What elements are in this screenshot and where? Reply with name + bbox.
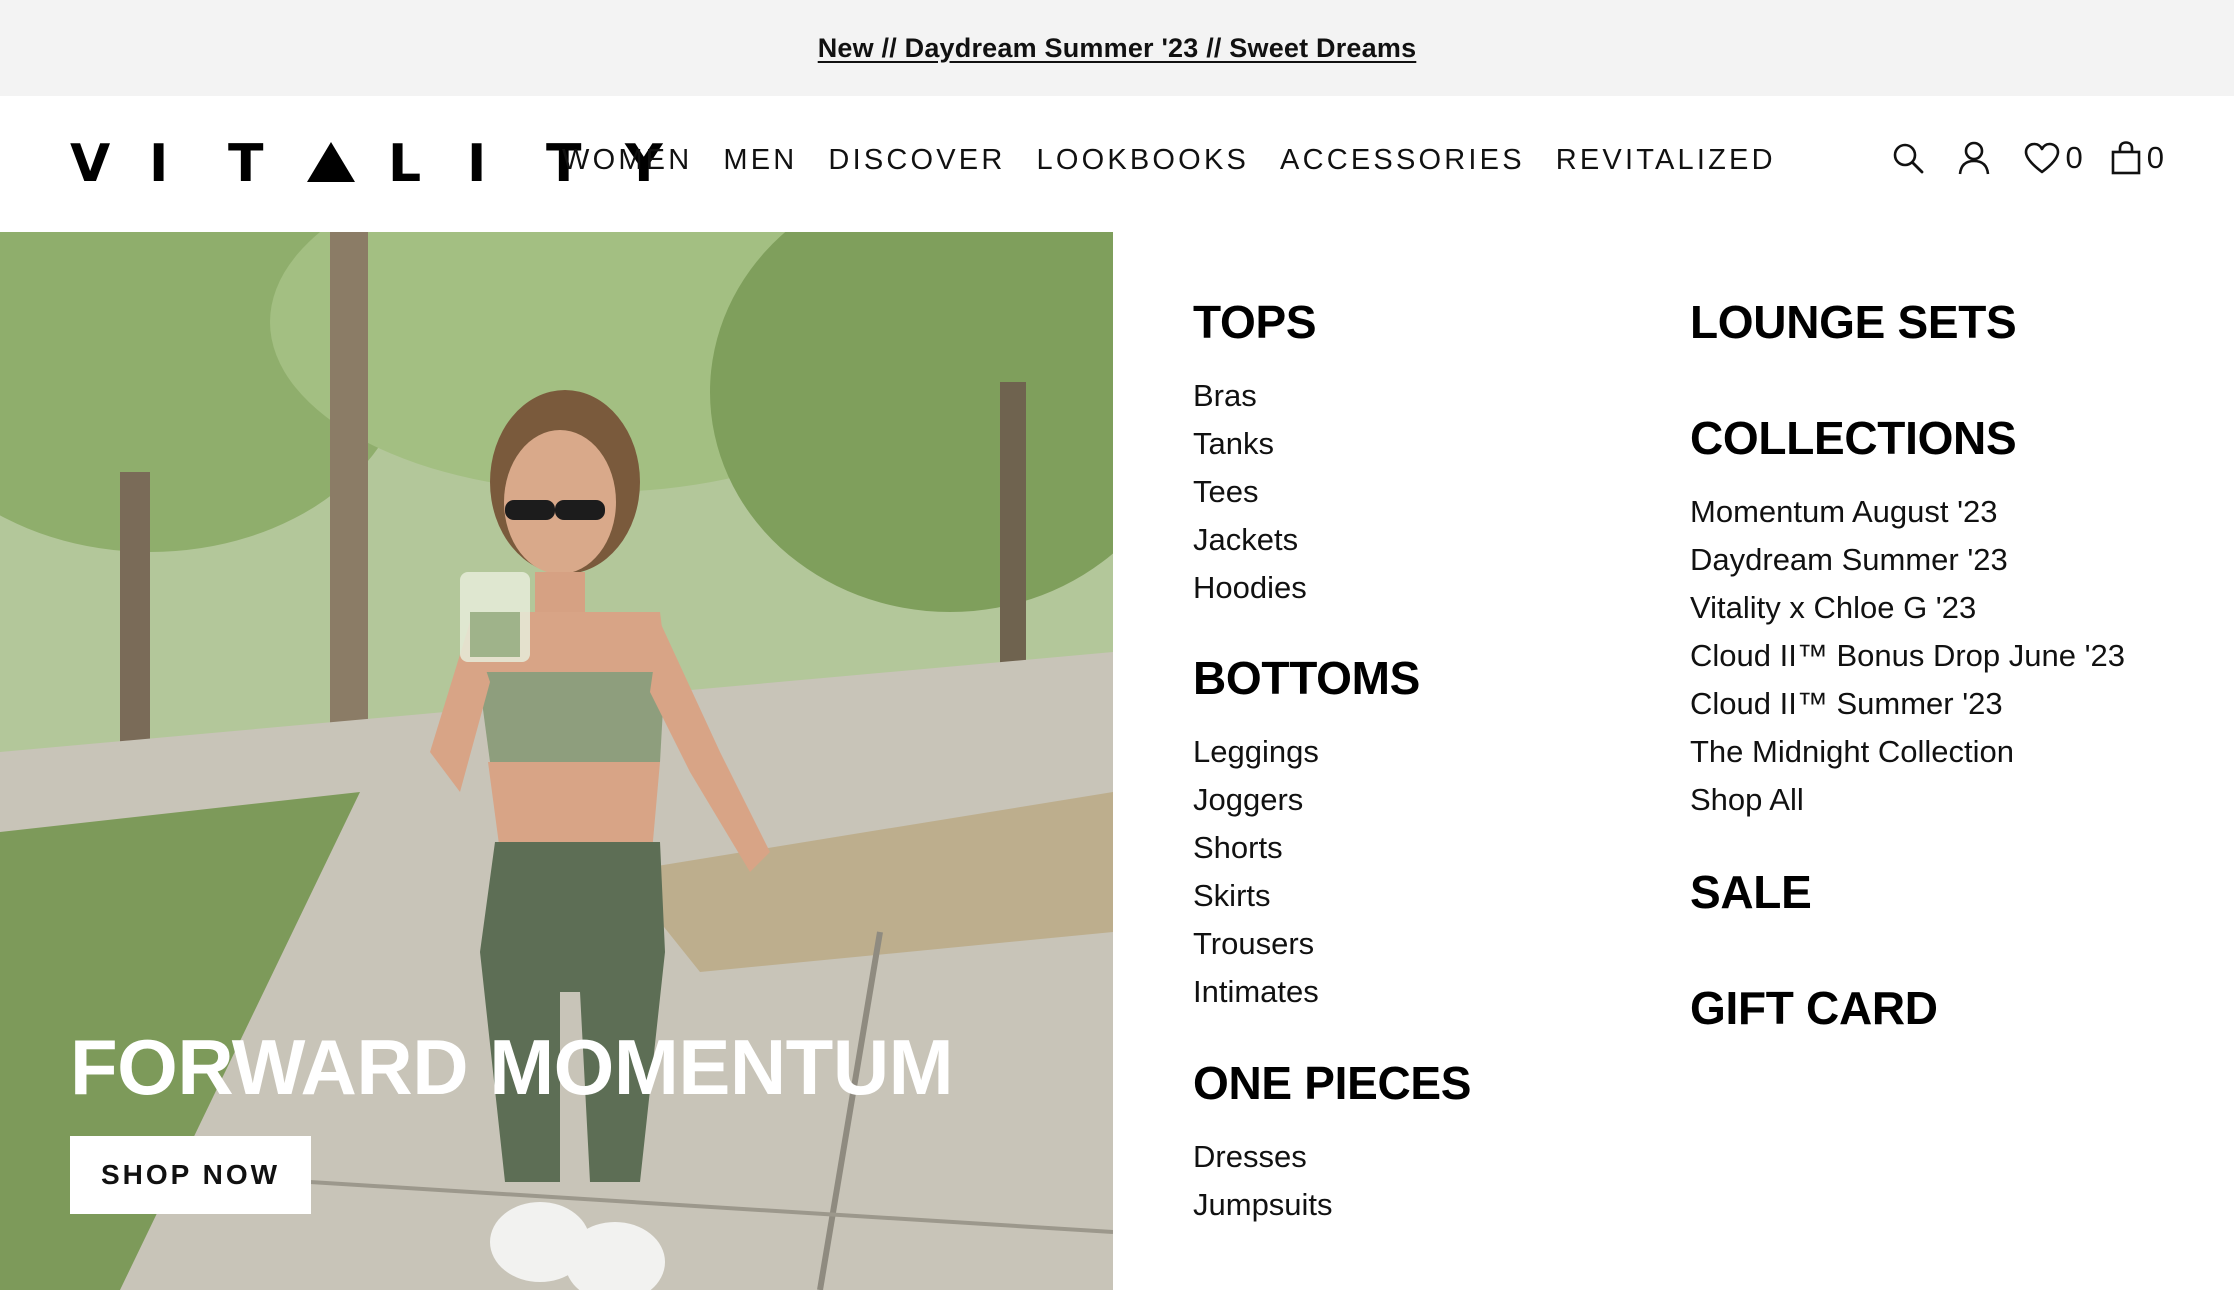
menu-link-hoodies[interactable]: Hoodies bbox=[1193, 570, 1307, 606]
menu-link-shorts[interactable]: Shorts bbox=[1193, 830, 1283, 866]
cart-count: 0 bbox=[2146, 140, 2164, 175]
menu-link-collection[interactable]: Vitality x Chloe G '23 bbox=[1690, 590, 1976, 626]
menu-link-collection[interactable]: Momentum August '23 bbox=[1690, 494, 1997, 530]
nav-discover[interactable]: DISCOVER bbox=[828, 144, 1005, 177]
menu-link-collection[interactable]: Daydream Summer '23 bbox=[1690, 542, 2008, 578]
hero-banner[interactable]: FORWARD MOMENTUM SHOP NOW bbox=[0, 232, 1113, 1290]
logo-letter: T bbox=[228, 134, 264, 194]
account-icon[interactable] bbox=[1958, 141, 1990, 175]
menu-link-joggers[interactable]: Joggers bbox=[1193, 782, 1303, 818]
menu-link-trousers[interactable]: Trousers bbox=[1193, 926, 1314, 962]
menu-heading-sale[interactable]: SALE bbox=[1690, 866, 1812, 918]
hero-title: FORWARD MOMENTUM bbox=[70, 1023, 954, 1111]
menu-heading-bottoms[interactable]: BOTTOMS bbox=[1193, 652, 1420, 704]
menu-link-skirts[interactable]: Skirts bbox=[1193, 878, 1271, 914]
menu-link-tees[interactable]: Tees bbox=[1193, 474, 1258, 510]
menu-link-collection[interactable]: Cloud II™ Bonus Drop June '23 bbox=[1690, 638, 2125, 674]
nav-lookbooks[interactable]: LOOKBOOKS bbox=[1037, 144, 1250, 177]
heart-icon bbox=[2024, 142, 2059, 174]
nav-men[interactable]: MEN bbox=[723, 144, 797, 177]
menu-link-shop-all[interactable]: Shop All bbox=[1690, 782, 1804, 818]
hero-photo bbox=[0, 232, 1113, 1290]
menu-heading-gift-card[interactable]: GIFT CARD bbox=[1690, 982, 1938, 1034]
menu-heading-one-pieces[interactable]: ONE PIECES bbox=[1193, 1057, 1472, 1109]
nav-women[interactable]: WOMEN bbox=[562, 144, 692, 177]
bag-icon bbox=[2111, 141, 2141, 175]
menu-heading-tops[interactable]: TOPS bbox=[1193, 296, 1317, 348]
menu-link-collection[interactable]: The Midnight Collection bbox=[1690, 734, 2014, 770]
menu-link-collection[interactable]: Cloud II™ Summer '23 bbox=[1690, 686, 2003, 722]
menu-link-dresses[interactable]: Dresses bbox=[1193, 1139, 1307, 1175]
announcement-link[interactable]: New // Daydream Summer '23 // Sweet Drea… bbox=[818, 33, 1417, 64]
logo-letter: I bbox=[149, 134, 169, 194]
header-icons: 0 0 bbox=[1892, 140, 2164, 176]
shop-now-button[interactable]: SHOP NOW bbox=[70, 1136, 311, 1214]
wishlist-button[interactable]: 0 bbox=[2024, 140, 2083, 176]
site-header: V I T L I T Y WOMEN MEN DISCOVER LOOKBOO… bbox=[0, 96, 2234, 232]
search-icon[interactable] bbox=[1892, 142, 1924, 174]
menu-link-jumpsuits[interactable]: Jumpsuits bbox=[1193, 1187, 1333, 1223]
nav-revitalized[interactable]: REVITALIZED bbox=[1556, 144, 1776, 177]
announcement-bar: New // Daydream Summer '23 // Sweet Drea… bbox=[0, 0, 2234, 96]
menu-link-intimates[interactable]: Intimates bbox=[1193, 974, 1319, 1010]
logo-letter: V bbox=[70, 134, 111, 194]
nav-accessories[interactable]: ACCESSORIES bbox=[1280, 144, 1525, 177]
logo-letter: I bbox=[467, 134, 487, 194]
logo-letter: L bbox=[388, 134, 422, 194]
menu-heading-lounge-sets[interactable]: LOUNGE SETS bbox=[1690, 296, 2017, 348]
logo-triangle-icon bbox=[307, 142, 355, 182]
menu-link-leggings[interactable]: Leggings bbox=[1193, 734, 1319, 770]
menu-heading-collections[interactable]: COLLECTIONS bbox=[1690, 412, 2017, 464]
wishlist-count: 0 bbox=[2065, 140, 2083, 175]
menu-link-tanks[interactable]: Tanks bbox=[1193, 426, 1274, 462]
main-nav: WOMEN MEN DISCOVER LOOKBOOKS ACCESSORIES… bbox=[562, 144, 1776, 177]
menu-link-jackets[interactable]: Jackets bbox=[1193, 522, 1298, 558]
cart-button[interactable]: 0 bbox=[2111, 140, 2164, 176]
menu-link-bras[interactable]: Bras bbox=[1193, 378, 1257, 414]
